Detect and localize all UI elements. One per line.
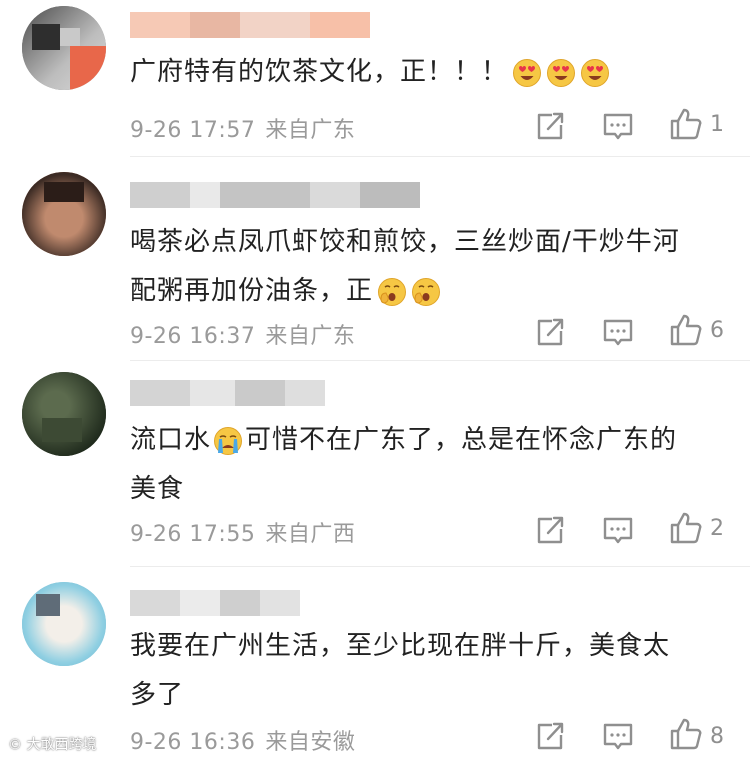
comment-text: 喝茶必点凤爪虾饺和煎饺，三丝炒面/干炒牛河 配粥再加份油条，正 — [130, 218, 730, 316]
username-blurred[interactable] — [130, 590, 300, 616]
comment-text-line: 我要在广州生活，至少比现在胖十斤，美食太 — [130, 631, 671, 661]
divider — [130, 156, 750, 157]
share-icon[interactable] — [532, 314, 568, 350]
watermark: © 大敢西跨境 — [8, 734, 96, 754]
comment-time: 9-26 17:55 — [130, 522, 256, 547]
divider — [130, 566, 750, 567]
share-icon[interactable] — [532, 108, 568, 144]
comment-location: 来自安徽 — [265, 730, 356, 755]
comment-location: 来自广东 — [265, 118, 356, 143]
comment-text-body: 广府特有的饮茶文化，正！！！ — [130, 57, 509, 87]
comment-thread: 广府特有的饮茶文化，正！！！ 9-26 17:57 来自广东 1 喝茶必点凤爪虾饺… — [0, 0, 750, 760]
comment-time: 9-26 16:36 — [130, 730, 256, 755]
comment-location: 来自广西 — [265, 522, 356, 547]
comment-text: 我要在广州生活，至少比现在胖十斤，美食太 多了 — [130, 622, 730, 720]
avatar[interactable] — [22, 372, 106, 456]
comment-text-body: 可惜不在广东了，总是在怀念广东的 — [245, 425, 678, 455]
comment-time: 9-26 16:37 — [130, 324, 256, 349]
avatar[interactable] — [22, 582, 106, 666]
comment-meta: 9-26 17:55 来自广西 — [130, 516, 355, 548]
avatar[interactable] — [22, 172, 106, 256]
heart-eyes-emoji-icon — [580, 58, 610, 88]
yawning-face-emoji-icon — [411, 277, 441, 307]
crying-face-emoji-icon — [213, 426, 243, 456]
comment-text-line: 配粥再加份油条，正 — [130, 267, 730, 316]
thumbs-up-icon[interactable] — [668, 106, 704, 142]
username-blurred[interactable] — [130, 182, 420, 208]
username-blurred[interactable] — [130, 12, 370, 38]
comment-meta: 9-26 16:37 来自广东 — [130, 318, 355, 350]
comment-location: 来自广东 — [265, 324, 356, 349]
comment-text-body: 配粥再加份油条，正 — [130, 276, 374, 306]
comment-text-line: 美食 — [130, 474, 185, 504]
heart-eyes-emoji-icon — [546, 58, 576, 88]
like-count: 1 — [710, 112, 724, 137]
yawning-face-emoji-icon — [377, 277, 407, 307]
comment-icon[interactable] — [600, 108, 636, 144]
comment-icon[interactable] — [600, 512, 636, 548]
comment-meta: 9-26 16:36 来自安徽 — [130, 724, 355, 756]
thumbs-up-icon[interactable] — [668, 510, 704, 546]
watermark-logo-icon: © — [8, 737, 22, 753]
comment-text: 流口水 可惜不在广东了，总是在怀念广东的 美食 — [130, 416, 730, 514]
comment-text-line: 多了 — [130, 680, 185, 710]
watermark-text: 大敢西跨境 — [26, 737, 97, 753]
username-blurred[interactable] — [130, 380, 325, 406]
thumbs-up-icon[interactable] — [668, 312, 704, 348]
like-count: 6 — [710, 318, 724, 343]
comment-text-line: 流口水 可惜不在广东了，总是在怀念广东的 — [130, 416, 730, 465]
thumbs-up-icon[interactable] — [668, 716, 704, 752]
comment-text-line: 喝茶必点凤爪虾饺和煎饺，三丝炒面/干炒牛河 — [130, 227, 680, 257]
share-icon[interactable] — [532, 512, 568, 548]
comment-icon[interactable] — [600, 314, 636, 350]
comment-icon[interactable] — [600, 718, 636, 754]
like-count: 2 — [710, 516, 724, 541]
like-count: 8 — [710, 724, 724, 749]
comment-meta: 9-26 17:57 来自广东 — [130, 112, 355, 144]
heart-eyes-emoji-icon — [512, 58, 542, 88]
divider — [130, 360, 750, 361]
comment-text-body: 流口水 — [130, 425, 212, 455]
comment-time: 9-26 17:57 — [130, 118, 256, 143]
comment-text: 广府特有的饮茶文化，正！！！ — [130, 48, 730, 97]
share-icon[interactable] — [532, 718, 568, 754]
avatar[interactable] — [22, 6, 106, 90]
